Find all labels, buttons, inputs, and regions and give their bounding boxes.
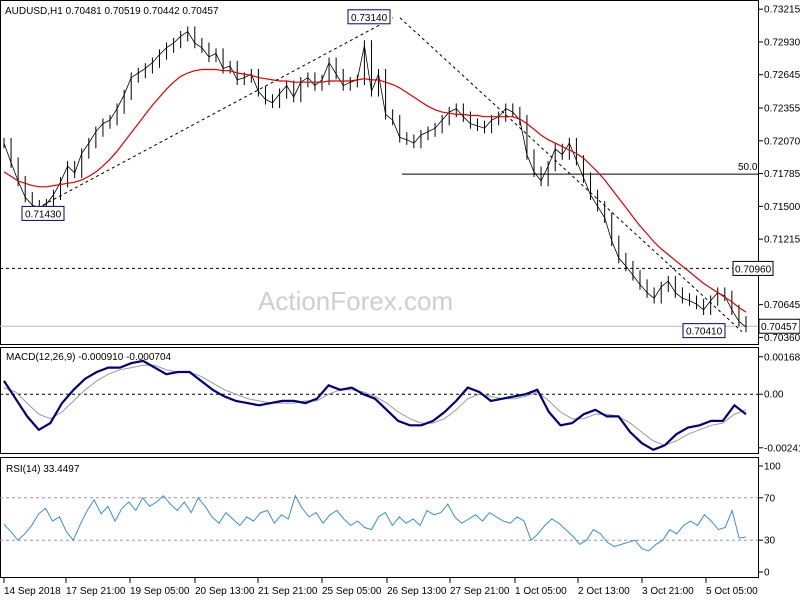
time-tick-label: 25 Sep 05:00 [322, 586, 382, 597]
rsi-tick-label: 100 [764, 462, 781, 473]
time-tick-label: 2 Oct 13:00 [578, 586, 630, 597]
price-tick-label: 0.71215 [764, 235, 800, 246]
symbol-label: AUDUSD,H1 [5, 6, 63, 17]
time-tick-label: 1 Oct 05:00 [515, 586, 567, 597]
watermark: ActionForex.com [258, 286, 453, 316]
time-tick-label: 19 Sep 05:00 [130, 586, 190, 597]
rsi-panel [0, 457, 759, 578]
time-tick-label: 21 Sep 21:00 [258, 586, 318, 597]
macd-tick-label: 0.001685 [764, 352, 800, 363]
rsi-tick-label: 70 [764, 493, 776, 504]
rsi-tick-label: 30 [764, 536, 776, 547]
price-tick-label: 0.70645 [764, 300, 800, 311]
time-tick-label: 17 Sep 21:00 [66, 586, 126, 597]
price-tick-label: 0.72930 [764, 37, 800, 48]
rsi-title: RSI(14) 33.4497 [6, 464, 80, 475]
price-tick-label: 0.73215 [764, 5, 800, 16]
ohlc-values: 0.70481 0.70519 0.70442 0.70457 [66, 6, 219, 17]
price-tick-label: 0.72070 [764, 136, 800, 147]
time-tick-label: 14 Sep 2018 [4, 586, 61, 597]
symbol-title: AUDUSD,H1 0.70481 0.70519 0.70442 0.7045… [5, 6, 219, 17]
rsi-tick-label: 0 [764, 568, 770, 579]
time-tick-label: 20 Sep 13:00 [195, 586, 255, 597]
price-annotation-label: 0.70410 [686, 327, 723, 338]
macd-tick-label: -0.00241 [764, 443, 800, 454]
price-tick-label: 0.72645 [764, 70, 800, 81]
price-tick-label: 0.71500 [764, 202, 800, 213]
current-price-label: 0.70457 [761, 322, 798, 333]
fib-50-label: 50.0 [738, 162, 758, 173]
time-tick-label: 3 Oct 21:00 [642, 586, 694, 597]
time-axis: 14 Sep 2018 17 Sep 21:00 19 Sep 05:00 20 Se… [3, 578, 758, 597]
support-price-label: 0.70960 [735, 264, 772, 275]
price-tick-label: 0.70360 [764, 333, 800, 344]
time-tick-label: 26 Sep 13:00 [387, 586, 447, 597]
macd-tick-label: 0.00 [764, 390, 784, 401]
price-annotation-label: 0.71430 [25, 209, 62, 220]
time-tick-label: 5 Oct 05:00 [706, 586, 758, 597]
price-annotation-label: 0.73140 [351, 13, 388, 24]
macd-panel [0, 347, 759, 454]
macd-title: MACD(12,26,9) -0.000910 -0.000704 [6, 352, 172, 363]
price-tick-label: 0.71785 [764, 169, 800, 180]
price-tick-label: 0.72355 [764, 104, 800, 115]
time-tick-label: 27 Sep 21:00 [450, 586, 510, 597]
chart-canvas: ActionForex.com AUDUSD,H1 0.70481 0.7051… [0, 0, 800, 597]
